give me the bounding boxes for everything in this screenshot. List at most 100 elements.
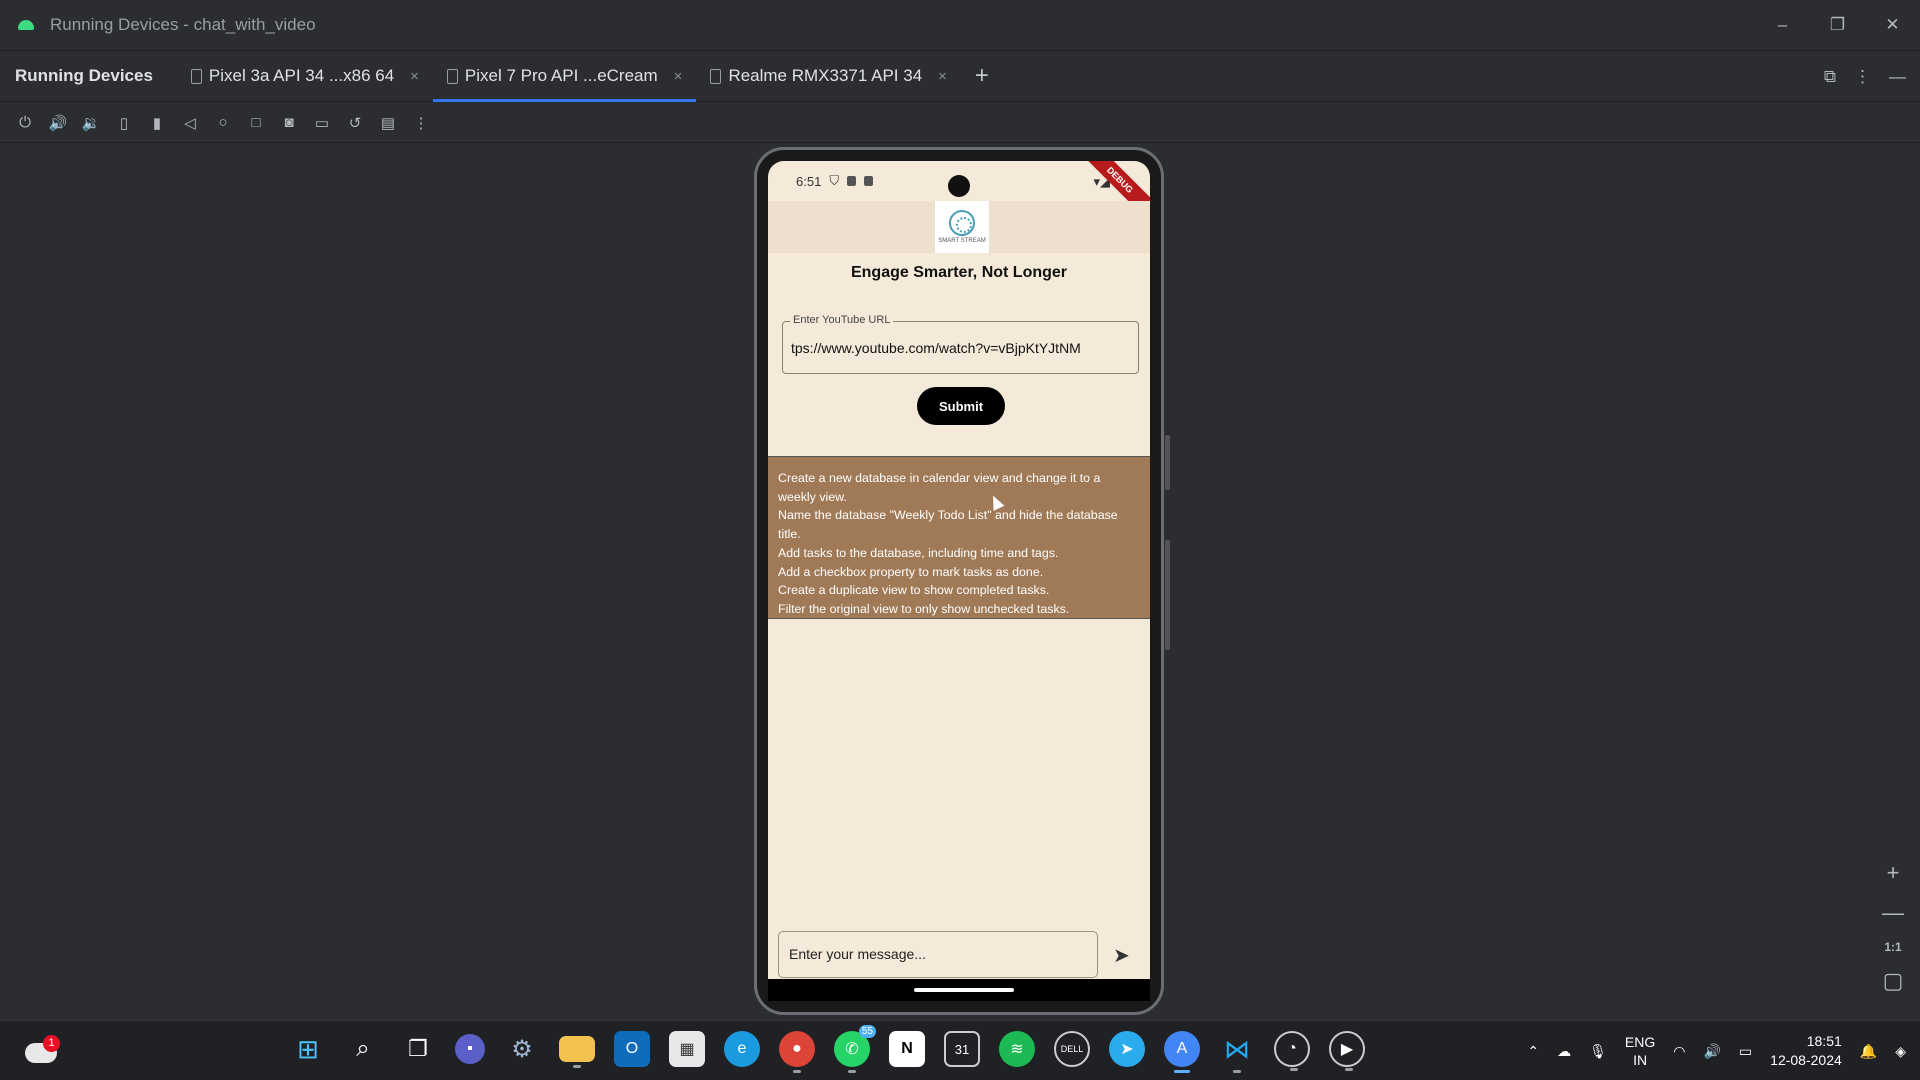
phone-icon <box>710 68 722 84</box>
spotify-icon[interactable]: ≋ <box>999 1031 1035 1067</box>
close-tab-icon[interactable]: × <box>410 68 419 85</box>
zoom-in-button[interactable]: + <box>1887 860 1900 886</box>
close-tab-icon[interactable]: × <box>938 68 947 85</box>
message-input[interactable]: Enter your message... <box>778 931 1098 978</box>
app-header: SMART STREAM <box>768 201 1150 253</box>
outlook-icon[interactable]: O <box>614 1031 650 1067</box>
power-icon[interactable]: ⏻ <box>15 113 35 133</box>
close-window-button[interactable]: ✕ <box>1865 0 1920 50</box>
obs-icon[interactable]: ◔ <box>1274 1031 1310 1071</box>
youtube-url-input[interactable]: Enter YouTube URL tps://www.youtube.com/… <box>782 314 1139 374</box>
logo-text: SMART STREAM <box>938 237 986 244</box>
search-icon[interactable]: ⌕ <box>345 1031 381 1067</box>
sim-icon <box>847 176 857 186</box>
more-icon[interactable]: ⋮ <box>411 113 431 133</box>
hide-panel-icon[interactable]: — <box>1889 67 1906 87</box>
task-view-icon[interactable]: ❐ <box>400 1031 436 1067</box>
calendar-icon[interactable]: 31 <box>944 1031 980 1067</box>
volume-icon[interactable]: 🔊 <box>1703 1043 1720 1060</box>
start-icon[interactable]: ⊞ <box>290 1031 326 1067</box>
volume-up-icon[interactable]: 🔊 <box>48 113 68 133</box>
android-studio-taskbar-icon[interactable]: A <box>1164 1031 1200 1073</box>
tab-label: Pixel 3a API 34 ...x86 64 <box>208 66 395 85</box>
device-screen[interactable]: 6:51 ⛉ ▾◢ DEBUG SMART STREAM Engage Smar… <box>768 161 1150 979</box>
lang-primary: ENG <box>1624 1034 1656 1050</box>
options-menu-icon[interactable]: ⋮ <box>1854 67 1871 87</box>
close-tab-icon[interactable]: × <box>674 68 683 85</box>
chrome-icon[interactable]: ● <box>779 1031 815 1073</box>
rotate-left-icon[interactable]: ▯ <box>114 113 134 133</box>
android-studio-icon <box>18 20 34 30</box>
restore-button[interactable]: ❐ <box>1810 0 1865 50</box>
volume-side-button <box>1165 540 1170 650</box>
summary-line: Add a checkbox property to mark tasks as… <box>778 564 1044 579</box>
clock[interactable]: 18:51 12-08-2024 <box>1770 1032 1842 1070</box>
tab-pixel-3a[interactable]: Pixel 3a API 34 ...x86 64 × <box>177 51 433 102</box>
whatsapp-badge: 55 <box>858 1025 876 1038</box>
phone-icon <box>190 68 202 84</box>
status-time: 6:51 <box>796 173 822 189</box>
notification-icon <box>864 176 874 186</box>
screen-record-icon[interactable]: ▭ <box>312 113 332 133</box>
home-icon[interactable]: ○ <box>213 113 233 133</box>
summary-panel[interactable]: Create a new database in calendar view a… <box>768 457 1150 619</box>
telegram-icon[interactable]: ➤ <box>1109 1031 1145 1067</box>
teams-chat-icon[interactable]: ▪ <box>455 1034 485 1064</box>
onedrive-icon[interactable]: ☁ <box>1557 1043 1571 1060</box>
new-window-icon[interactable]: ⧉ <box>1824 67 1836 87</box>
clock-time: 18:51 <box>1806 1033 1842 1049</box>
tab-realme[interactable]: Realme RMX3371 API 34 × <box>696 51 960 102</box>
tab-pixel-7-pro[interactable]: Pixel 7 Pro API ...eCream × <box>432 51 697 102</box>
page-headline: Engage Smarter, Not Longer <box>850 264 1068 281</box>
volume-down-icon[interactable]: 🔉 <box>81 113 101 133</box>
language-indicator[interactable]: ENG IN <box>1625 1033 1655 1069</box>
overview-icon[interactable]: □ <box>246 113 266 133</box>
clock-date: 12-08-2024 <box>1770 1052 1842 1068</box>
zoom-out-button[interactable]: — <box>1882 900 1904 926</box>
taskbar-apps: ⊞ ⌕ ❐ ▪ ⚙ O ▦ e ● ✆ 55 N 31 ≋ DELL ➤ A ⋈ … <box>290 1025 1365 1073</box>
device-frame: 6:51 ⛉ ▾◢ DEBUG SMART STREAM Engage Smar… <box>754 147 1170 1015</box>
minimize-button[interactable]: – <box>1755 0 1810 50</box>
submit-button[interactable]: Submit <box>917 387 1005 425</box>
settings-icon[interactable]: ⚙ <box>504 1031 540 1067</box>
notion-icon[interactable]: N <box>889 1031 925 1067</box>
zoom-controls: + — 1:1 ▢ <box>1878 860 1908 994</box>
add-device-button[interactable]: + <box>975 62 989 90</box>
window-title: Running Devices - chat_with_video <box>50 15 316 34</box>
dell-icon[interactable]: DELL <box>1054 1031 1090 1067</box>
microphone-icon[interactable]: 🎙 <box>1589 1043 1607 1060</box>
battery-icon[interactable]: ▭ <box>1739 1043 1752 1060</box>
send-icon[interactable]: ➤ <box>1113 943 1133 967</box>
smart-stream-logo: SMART STREAM <box>935 201 989 253</box>
rotate-right-icon[interactable]: ▮ <box>147 113 167 133</box>
summary-line: Name the database "Weekly Todo List" and… <box>778 508 1118 542</box>
screenshot-icon[interactable]: ◙ <box>279 113 299 133</box>
home-gesture-pill[interactable] <box>914 988 1014 992</box>
system-tray: ⌃ ☁ 🎙 ENG IN ◠ 🔊 ▭ 18:51 12-08-2024 🔔 ◈ <box>1527 1021 1920 1080</box>
media-player-icon[interactable]: ▶ <box>1329 1031 1365 1071</box>
notifications-icon[interactable]: 🔔 <box>1860 1043 1877 1060</box>
copilot-icon[interactable]: ◈ <box>1895 1043 1906 1060</box>
vscode-icon[interactable]: ⋈ <box>1219 1031 1255 1073</box>
reset-icon[interactable]: ↺ <box>345 113 365 133</box>
title-bar: Running Devices - chat_with_video – ❐ ✕ <box>0 0 1920 50</box>
url-field-value[interactable]: tps://www.youtube.com/watch?v=vBjpKtYJtN… <box>791 340 1081 356</box>
actual-size-button[interactable]: 1:1 <box>1884 940 1901 954</box>
microsoft-store-icon[interactable]: ▦ <box>669 1031 705 1067</box>
wifi-icon[interactable]: ◠ <box>1673 1043 1685 1060</box>
chevron-up-icon[interactable]: ⌃ <box>1527 1043 1539 1060</box>
summary-line: Filter the original view to only show un… <box>778 601 1070 616</box>
tab-label: Pixel 7 Pro API ...eCream <box>464 66 658 85</box>
display-mode-icon[interactable]: ▤ <box>378 113 398 133</box>
file-explorer-icon[interactable] <box>559 1036 595 1068</box>
edge-icon[interactable]: e <box>724 1031 760 1067</box>
summary-line: Add tasks to the database, including tim… <box>778 545 1059 560</box>
back-icon[interactable]: ◁ <box>180 113 200 133</box>
tool-window-title: Running Devices <box>15 66 153 85</box>
fit-screen-icon[interactable]: ▢ <box>1883 968 1904 994</box>
whatsapp-icon[interactable]: ✆ 55 <box>834 1025 876 1073</box>
device-tab-bar: Running Devices Pixel 3a API 34 ...x86 6… <box>0 50 1920 102</box>
tab-label: Realme RMX3371 API 34 <box>728 66 923 85</box>
summary-line: Create a new database in calendar view a… <box>778 471 1101 504</box>
weather-widget[interactable]: 1 <box>25 1035 60 1063</box>
